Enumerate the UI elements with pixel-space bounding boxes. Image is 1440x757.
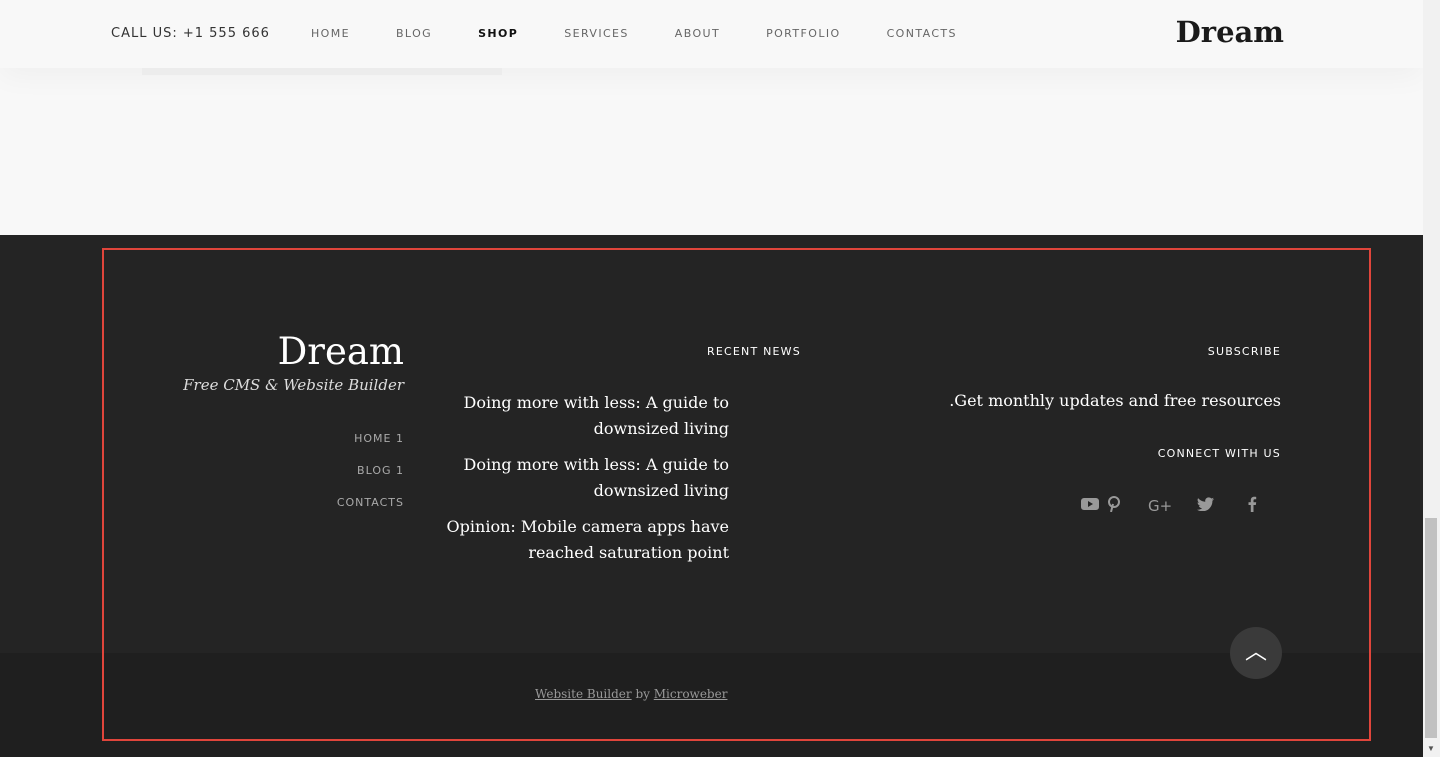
footer-credit: Website Builder by Microweber [535, 687, 727, 701]
scrollbar-thumb[interactable] [1425, 518, 1437, 738]
chevron-up-icon: ︿ [1244, 639, 1267, 664]
main-nav: HOME BLOG SHOP SERVICES ABOUT PORTFOLIO … [311, 27, 1003, 40]
footer-logo[interactable]: Dream [278, 330, 404, 373]
news-item[interactable]: Opinion: Mobile camera apps have reached… [429, 514, 729, 566]
social-links: G+ [1078, 496, 1286, 516]
scroll-down-arrow-icon[interactable]: ▼ [1427, 744, 1435, 753]
news-list: Doing more with less: A guide to downsiz… [429, 390, 729, 576]
header-logo[interactable]: Dream [1176, 15, 1284, 49]
nav-contacts[interactable]: CONTACTS [887, 27, 957, 40]
footer-links: HOME 1 BLOG 1 CONTACTS [337, 432, 404, 528]
twitter-icon[interactable] [1194, 496, 1218, 516]
nav-services[interactable]: SERVICES [564, 27, 629, 40]
nav-portfolio[interactable]: PORTFOLIO [766, 27, 840, 40]
facebook-icon[interactable] [1240, 496, 1264, 516]
nav-home[interactable]: HOME [311, 27, 350, 40]
youtube-icon[interactable] [1078, 496, 1102, 516]
footer-link-blog[interactable]: BLOG 1 [337, 464, 404, 496]
footer-bottom [0, 653, 1423, 757]
google-plus-icon[interactable]: G+ [1148, 496, 1172, 516]
scroll-to-top-button[interactable]: ︿ [1230, 627, 1282, 679]
nav-shop[interactable]: SHOP [478, 27, 518, 40]
news-item[interactable]: Doing more with less: A guide to downsiz… [429, 390, 730, 442]
subscribe-heading: SUBSCRIBE [1207, 345, 1281, 358]
site-header: CALL US: +1 555 666 HOME BLOG SHOP SERVI… [0, 0, 1423, 68]
footer-tagline: Free CMS & Website Builder [183, 376, 404, 394]
recent-news-heading: RECENT NEWS [707, 345, 801, 358]
nav-about[interactable]: ABOUT [675, 27, 720, 40]
nav-blog[interactable]: BLOG [396, 27, 432, 40]
connect-heading: CONNECT WITH US [1157, 447, 1281, 460]
news-item[interactable]: Doing more with less: A guide to downsiz… [429, 452, 730, 504]
pinterest-icon[interactable] [1102, 496, 1126, 516]
content-edge [142, 68, 502, 75]
call-us-text: CALL US: +1 555 666 [111, 26, 270, 41]
microweber-link[interactable]: Microweber [654, 687, 728, 701]
website-builder-link[interactable]: Website Builder [535, 687, 632, 701]
footer-link-home[interactable]: HOME 1 [337, 432, 404, 464]
subscribe-text: .Get monthly updates and free resources [949, 391, 1281, 410]
credit-by: by [635, 687, 650, 701]
footer-link-contacts[interactable]: CONTACTS [337, 496, 404, 528]
